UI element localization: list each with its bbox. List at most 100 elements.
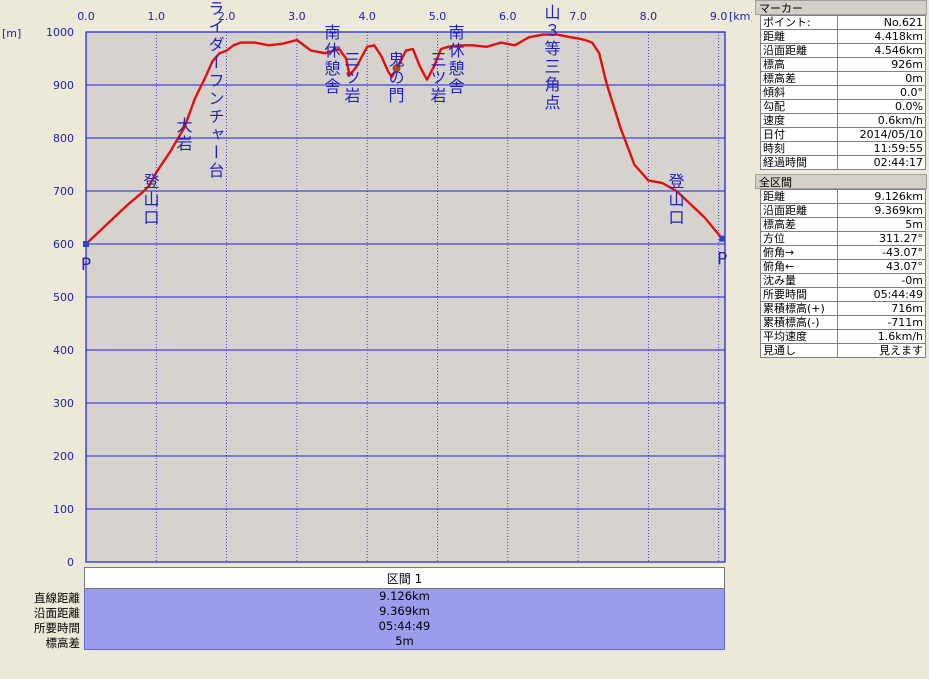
section-row: 俯角← 43.07°	[760, 259, 926, 274]
annotation-label: 登山口	[141, 173, 160, 227]
y-tick-label: 200	[53, 450, 74, 463]
section-value: 9.369km	[837, 203, 926, 218]
marker-key: 日付	[760, 127, 838, 142]
x-tick-label: 9.0	[710, 10, 728, 23]
marker-key: 沿面距離	[760, 43, 838, 58]
x-tick-label: 4.0	[358, 10, 376, 23]
marker-value: 0.0%	[837, 99, 926, 114]
y-unit-label: [m]	[2, 27, 21, 40]
y-tick-label: 400	[53, 344, 74, 357]
marker-row: 距離 4.418km	[760, 29, 926, 44]
y-tick-label: 500	[53, 291, 74, 304]
section-row: 平均速度 1.6km/h	[760, 329, 926, 344]
section-value: 9.126km	[837, 189, 926, 204]
marker-row: 沿面距離 4.546km	[760, 43, 926, 58]
marker-key: 勾配	[760, 99, 838, 114]
x-tick-label: 3.0	[288, 10, 306, 23]
summary-label: 直線距離	[34, 591, 80, 605]
y-tick-label: 1000	[46, 26, 74, 39]
summary-value: 9.126km	[379, 589, 430, 603]
annotation-label: 大岩	[174, 117, 193, 153]
summary-label: 標高差	[45, 636, 81, 650]
endpoint-marker	[719, 235, 726, 242]
section-value: 5m	[837, 217, 926, 232]
section-key: 沈み量	[760, 273, 838, 288]
marker-key: 速度	[760, 113, 838, 128]
section-value: -43.07°	[837, 245, 926, 260]
annotation-label: 三ツ岩	[342, 51, 361, 105]
marker-value: 2014/05/10	[837, 127, 926, 142]
side-panel: マーカー ポイント: No.621 距離 4.418km 沿面距離 4.546km 標高 92…	[755, 0, 927, 358]
section-key: 俯角→	[760, 245, 838, 260]
marker-row: ポイント: No.621	[760, 15, 926, 30]
marker-row: 標高 926m	[760, 57, 926, 72]
section-value: 見えます	[837, 343, 926, 358]
marker-value: 926m	[837, 57, 926, 72]
marker-row: 日付 2014/05/10	[760, 127, 926, 142]
summary-label: 沿面距離	[34, 606, 80, 620]
marker-value: 0.6km/h	[837, 113, 926, 128]
section-row: 見通し 見えます	[760, 343, 926, 358]
section-key: 沿面距離	[760, 203, 838, 218]
marker-value: No.621	[837, 15, 926, 30]
y-tick-label: 800	[53, 132, 74, 145]
marker-key: ポイント:	[760, 15, 838, 30]
section-value: -0m	[837, 273, 926, 288]
marker-value: 4.418km	[837, 29, 926, 44]
section-key: 距離	[760, 189, 838, 204]
section-row: 所要時間 05:44:49	[760, 287, 926, 302]
endpoint-label: P	[717, 250, 727, 270]
section-row: 俯角→ -43.07°	[760, 245, 926, 260]
marker-key: 標高差	[760, 71, 838, 86]
summary-title: 区間 1	[84, 567, 725, 589]
marker-table: ポイント: No.621 距離 4.418km 沿面距離 4.546km 標高 926m 標高差…	[760, 15, 926, 170]
endpoint-marker	[83, 241, 89, 247]
section-key: 標高差	[760, 217, 838, 232]
marker-header: マーカー	[755, 0, 927, 15]
endpoint-label: P	[81, 255, 91, 275]
annotation-label: 三ツ岩	[428, 51, 447, 105]
annotation-label: 大ヶ山３等三角点	[542, 0, 561, 112]
annotation-label: パラグライダーフンチャー台	[206, 0, 225, 180]
marker-row: 速度 0.6km/h	[760, 113, 926, 128]
marker-key: 経過時間	[760, 155, 838, 170]
marker-value: 11:59:55	[837, 141, 926, 156]
marker-key: 傾斜	[760, 85, 838, 100]
marker-value: 0.0°	[837, 85, 926, 100]
annotation-label: 南休憩舎	[446, 24, 465, 96]
x-tick-label: 8.0	[640, 10, 658, 23]
section-row: 沿面距離 9.369km	[760, 203, 926, 218]
section-table: 距離 9.126km 沿面距離 9.369km 標高差 5m 方位 311.27° 俯角→ -43…	[760, 189, 926, 358]
section-key: 平均速度	[760, 329, 838, 344]
marker-value: 4.546km	[837, 43, 926, 58]
marker-row: 経過時間 02:44:17	[760, 155, 926, 170]
section-value: 716m	[837, 301, 926, 316]
summary-label: 所要時間	[34, 621, 80, 635]
section-key: 累積標高(-)	[760, 315, 838, 330]
summary-values: 9.126km 9.369km 05:44:49 5m	[84, 589, 725, 650]
y-tick-label: 700	[53, 185, 74, 198]
y-tick-label: 300	[53, 397, 74, 410]
section-row: 方位 311.27°	[760, 231, 926, 246]
section-key: 方位	[760, 231, 838, 246]
y-tick-label: 900	[53, 79, 74, 92]
annotation-label: 登山口	[666, 173, 685, 227]
marker-key: 時刻	[760, 141, 838, 156]
section-row: 累積標高(-) -711m	[760, 315, 926, 330]
section-key: 見通し	[760, 343, 838, 358]
section-key: 所要時間	[760, 287, 838, 302]
summary-value: 9.369km	[379, 604, 430, 618]
y-tick-label: 600	[53, 238, 74, 251]
x-tick-label: 7.0	[569, 10, 587, 23]
summary-labels: 直線距離 沿面距離 所要時間 標高差	[0, 591, 80, 651]
x-tick-label: 6.0	[499, 10, 517, 23]
section-header: 全区間	[755, 174, 927, 189]
y-tick-label: 100	[53, 503, 74, 516]
annotation-label: 鬼の門	[386, 51, 405, 105]
section-value: 43.07°	[837, 259, 926, 274]
marker-value: 0m	[837, 71, 926, 86]
marker-row: 傾斜 0.0°	[760, 85, 926, 100]
x-tick-label: 5.0	[429, 10, 447, 23]
x-unit-label: [km]	[729, 10, 752, 23]
marker-row: 勾配 0.0%	[760, 99, 926, 114]
